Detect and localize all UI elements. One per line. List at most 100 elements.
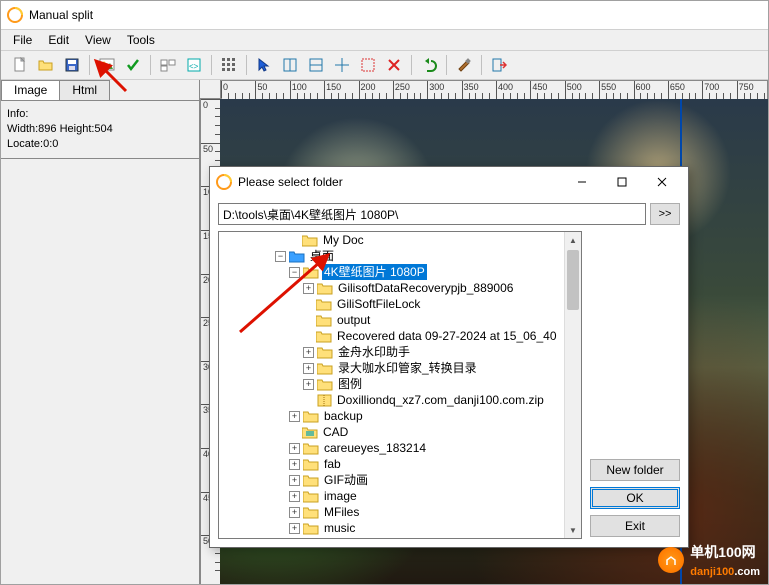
grid-button[interactable] [217, 53, 241, 77]
tree-expander-icon[interactable]: + [289, 443, 300, 454]
folder-icon [302, 233, 318, 247]
tree-node-label: Doxilliondq_xz7.com_danji100.com.zip [335, 392, 546, 408]
folder-icon [317, 281, 333, 295]
watermark-tld: .com [734, 566, 760, 578]
folder-tree[interactable]: My Doc−桌面−4K壁纸图片 1080P+GilisoftDataRecov… [218, 231, 582, 539]
tab-html[interactable]: Html [59, 80, 110, 100]
tree-expander-icon[interactable]: + [289, 475, 300, 486]
watermark-text: 单机100网 danji100.com [690, 542, 760, 578]
dialog-titlebar[interactable]: Please select folder [210, 167, 688, 197]
tree-node[interactable]: +GIF动画 [219, 472, 581, 488]
tree-node[interactable]: − 桌面 [219, 248, 581, 264]
region-button[interactable] [356, 53, 380, 77]
tree-expander-icon[interactable]: + [289, 459, 300, 470]
scroll-up-icon[interactable]: ▲ [565, 232, 581, 248]
toolbar: <> [1, 51, 768, 80]
toolbar-separator [150, 55, 151, 75]
tree-expander-icon[interactable]: + [289, 411, 300, 422]
watermark-name: 单机100网 [690, 544, 755, 560]
minimize-button[interactable] [562, 169, 602, 195]
tree-node-label: CAD [321, 424, 350, 440]
ok-button[interactable]: OK [590, 487, 680, 509]
open-folder-button[interactable] [34, 53, 58, 77]
new-folder-button[interactable]: New folder [590, 459, 680, 481]
tree-node-label: MFiles [322, 504, 361, 520]
tree-expander-icon[interactable]: − [275, 251, 286, 262]
info-panel: Info: Width:896 Height:504 Locate:0:0 [1, 101, 199, 159]
path-input[interactable] [218, 203, 646, 225]
tree-node[interactable]: GiliSoftFileLock [219, 296, 581, 312]
toolbar-separator [246, 55, 247, 75]
tree-node[interactable]: +录大咖水印管家_转换目录 [219, 360, 581, 376]
toolbar-separator [89, 55, 90, 75]
gallery-button[interactable] [156, 53, 180, 77]
tree-node[interactable]: +金舟水印助手 [219, 344, 581, 360]
folder-select-dialog: Please select folder >> My Doc−桌面−4K壁纸图片… [209, 166, 689, 548]
settings-button[interactable] [452, 53, 476, 77]
info-heading: Info: [7, 107, 193, 122]
exit-button[interactable] [487, 53, 511, 77]
tree-node-label: 桌面 [308, 248, 336, 264]
tree-node-label: 4K壁纸图片 1080P [322, 264, 427, 280]
folder-icon [303, 457, 319, 471]
scroll-thumb[interactable] [567, 250, 579, 310]
tree-expander-icon[interactable]: + [289, 507, 300, 518]
delete-button[interactable] [382, 53, 406, 77]
tree-node-label: My Doc [321, 232, 366, 248]
apply-button[interactable] [121, 53, 145, 77]
menu-edit[interactable]: Edit [40, 31, 77, 49]
html-button[interactable]: <> [182, 53, 206, 77]
tree-node-label: 图例 [336, 376, 364, 392]
tree-node[interactable]: + MFiles [219, 504, 581, 520]
menu-file[interactable]: File [5, 31, 40, 49]
menu-tools[interactable]: Tools [119, 31, 163, 49]
tree-node[interactable]: − 4K壁纸图片 1080P [219, 264, 581, 280]
zip-icon [316, 393, 332, 407]
folder-icon [303, 409, 319, 423]
folder-icon [316, 329, 332, 343]
cross-split-button[interactable] [330, 53, 354, 77]
image-button[interactable] [95, 53, 119, 77]
tree-node[interactable]: +fab [219, 456, 581, 472]
folder-icon [303, 489, 319, 503]
undo-button[interactable] [417, 53, 441, 77]
tree-expander-icon[interactable]: + [303, 347, 314, 358]
pointer-button[interactable] [252, 53, 276, 77]
toolbar-separator [411, 55, 412, 75]
tree-node[interactable]: +careueyes_183214 [219, 440, 581, 456]
tree-node[interactable]: Recovered data 09-27-2024 at 15_06_40 [219, 328, 581, 344]
close-button[interactable] [642, 169, 682, 195]
tree-expander-icon[interactable]: − [289, 267, 300, 278]
tree-expander-icon[interactable]: + [303, 363, 314, 374]
horizontal-split-button[interactable] [304, 53, 328, 77]
tab-image[interactable]: Image [1, 80, 60, 100]
new-file-button[interactable] [8, 53, 32, 77]
tree-node[interactable]: +backup [219, 408, 581, 424]
tree-node[interactable]: CAD [219, 424, 581, 440]
tree-node[interactable]: output [219, 312, 581, 328]
tree-expander-icon[interactable]: + [303, 283, 314, 294]
watermark-domain: danji100 [690, 566, 734, 578]
tree-expander-icon[interactable]: + [289, 491, 300, 502]
info-locate: Locate:0:0 [7, 137, 193, 152]
exit-button[interactable]: Exit [590, 515, 680, 537]
maximize-button[interactable] [602, 169, 642, 195]
tree-expander-icon[interactable]: + [303, 379, 314, 390]
vertical-split-button[interactable] [278, 53, 302, 77]
tree-expander-icon[interactable]: + [289, 523, 300, 534]
tree-node[interactable]: + music [219, 520, 581, 536]
tree-node-label: output [335, 312, 372, 328]
tree-node[interactable]: Doxilliondq_xz7.com_danji100.com.zip [219, 392, 581, 408]
tree-node[interactable]: My Doc [219, 232, 581, 248]
tree-scrollbar[interactable]: ▲ ▼ [564, 232, 581, 538]
tree-node[interactable]: +GilisoftDataRecoverypjb_889006 [219, 280, 581, 296]
tree-node-label: music [322, 520, 357, 536]
save-button[interactable] [60, 53, 84, 77]
scroll-down-icon[interactable]: ▼ [565, 522, 581, 538]
go-button[interactable]: >> [650, 203, 680, 225]
tree-node[interactable]: + 图例 [219, 376, 581, 392]
menu-view[interactable]: View [77, 31, 119, 49]
tree-node[interactable]: + image [219, 488, 581, 504]
horizontal-ruler: 0501001502002503003504004505005506006507… [220, 80, 768, 100]
tree-node-label: image [322, 488, 359, 504]
